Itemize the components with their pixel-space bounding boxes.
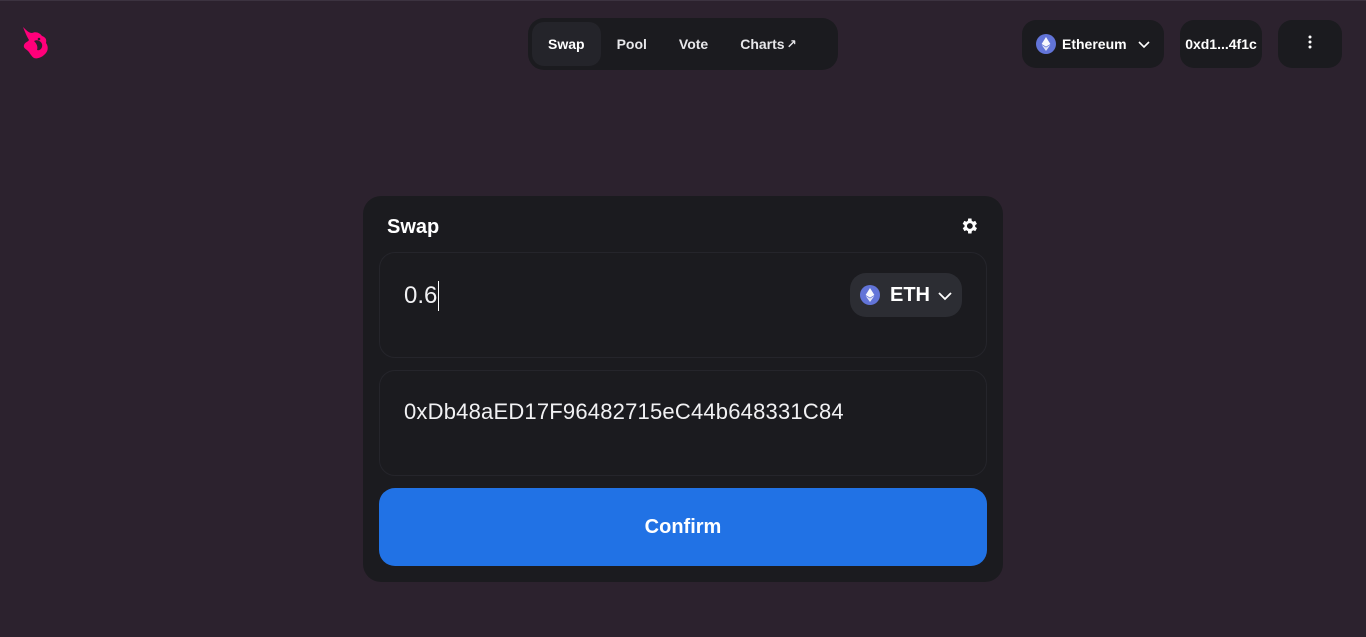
more-menu-button[interactable]: [1278, 20, 1342, 68]
chevron-down-icon: [1138, 36, 1150, 52]
gear-icon[interactable]: [959, 216, 979, 236]
token-symbol: ETH: [890, 283, 930, 306]
nav-charts-label: Charts: [740, 36, 785, 52]
nav-vote-label: Vote: [678, 36, 709, 52]
text-caret: [438, 281, 440, 311]
recipient-address-input[interactable]: 0xDb48aED17F96482715eC44b648331C84: [404, 399, 844, 425]
token-selector-button[interactable]: ETH: [850, 273, 962, 317]
nav-swap-label: Swap: [548, 36, 585, 52]
recipient-panel: 0xDb48aED17F96482715eC44b648331C84: [379, 370, 987, 476]
more-vertical-icon: [1308, 35, 1312, 54]
network-selector-button[interactable]: Ethereum: [1022, 20, 1164, 68]
nav-charts[interactable]: Charts ↗: [724, 22, 812, 66]
chevron-down-icon: [938, 284, 952, 307]
input-amount-panel: 0.6 ETH: [379, 252, 987, 358]
account-button[interactable]: 0xd1...4f1c: [1180, 20, 1262, 68]
account-address-label: 0xd1...4f1c: [1185, 36, 1257, 52]
confirm-button[interactable]: Confirm: [379, 488, 987, 566]
nav-vote[interactable]: Vote: [663, 22, 724, 66]
amount-input[interactable]: 0.6: [404, 281, 440, 311]
nav-pool-label: Pool: [616, 36, 647, 52]
swap-card: Swap 0.6 ETH 0xDb48aED17F96482715eC44b64…: [363, 196, 1003, 582]
nav-swap[interactable]: Swap: [532, 22, 601, 66]
external-link-icon: ↗: [786, 37, 797, 51]
ethereum-icon: [1036, 34, 1056, 54]
ethereum-icon: [860, 285, 880, 305]
uniswap-logo-icon[interactable]: [18, 25, 52, 61]
main-nav: Swap Pool Vote Charts ↗: [528, 18, 838, 70]
network-label: Ethereum: [1062, 36, 1127, 52]
confirm-label: Confirm: [644, 515, 722, 538]
swap-title: Swap: [387, 216, 440, 238]
amount-value: 0.6: [404, 282, 438, 309]
nav-pool[interactable]: Pool: [601, 22, 663, 66]
